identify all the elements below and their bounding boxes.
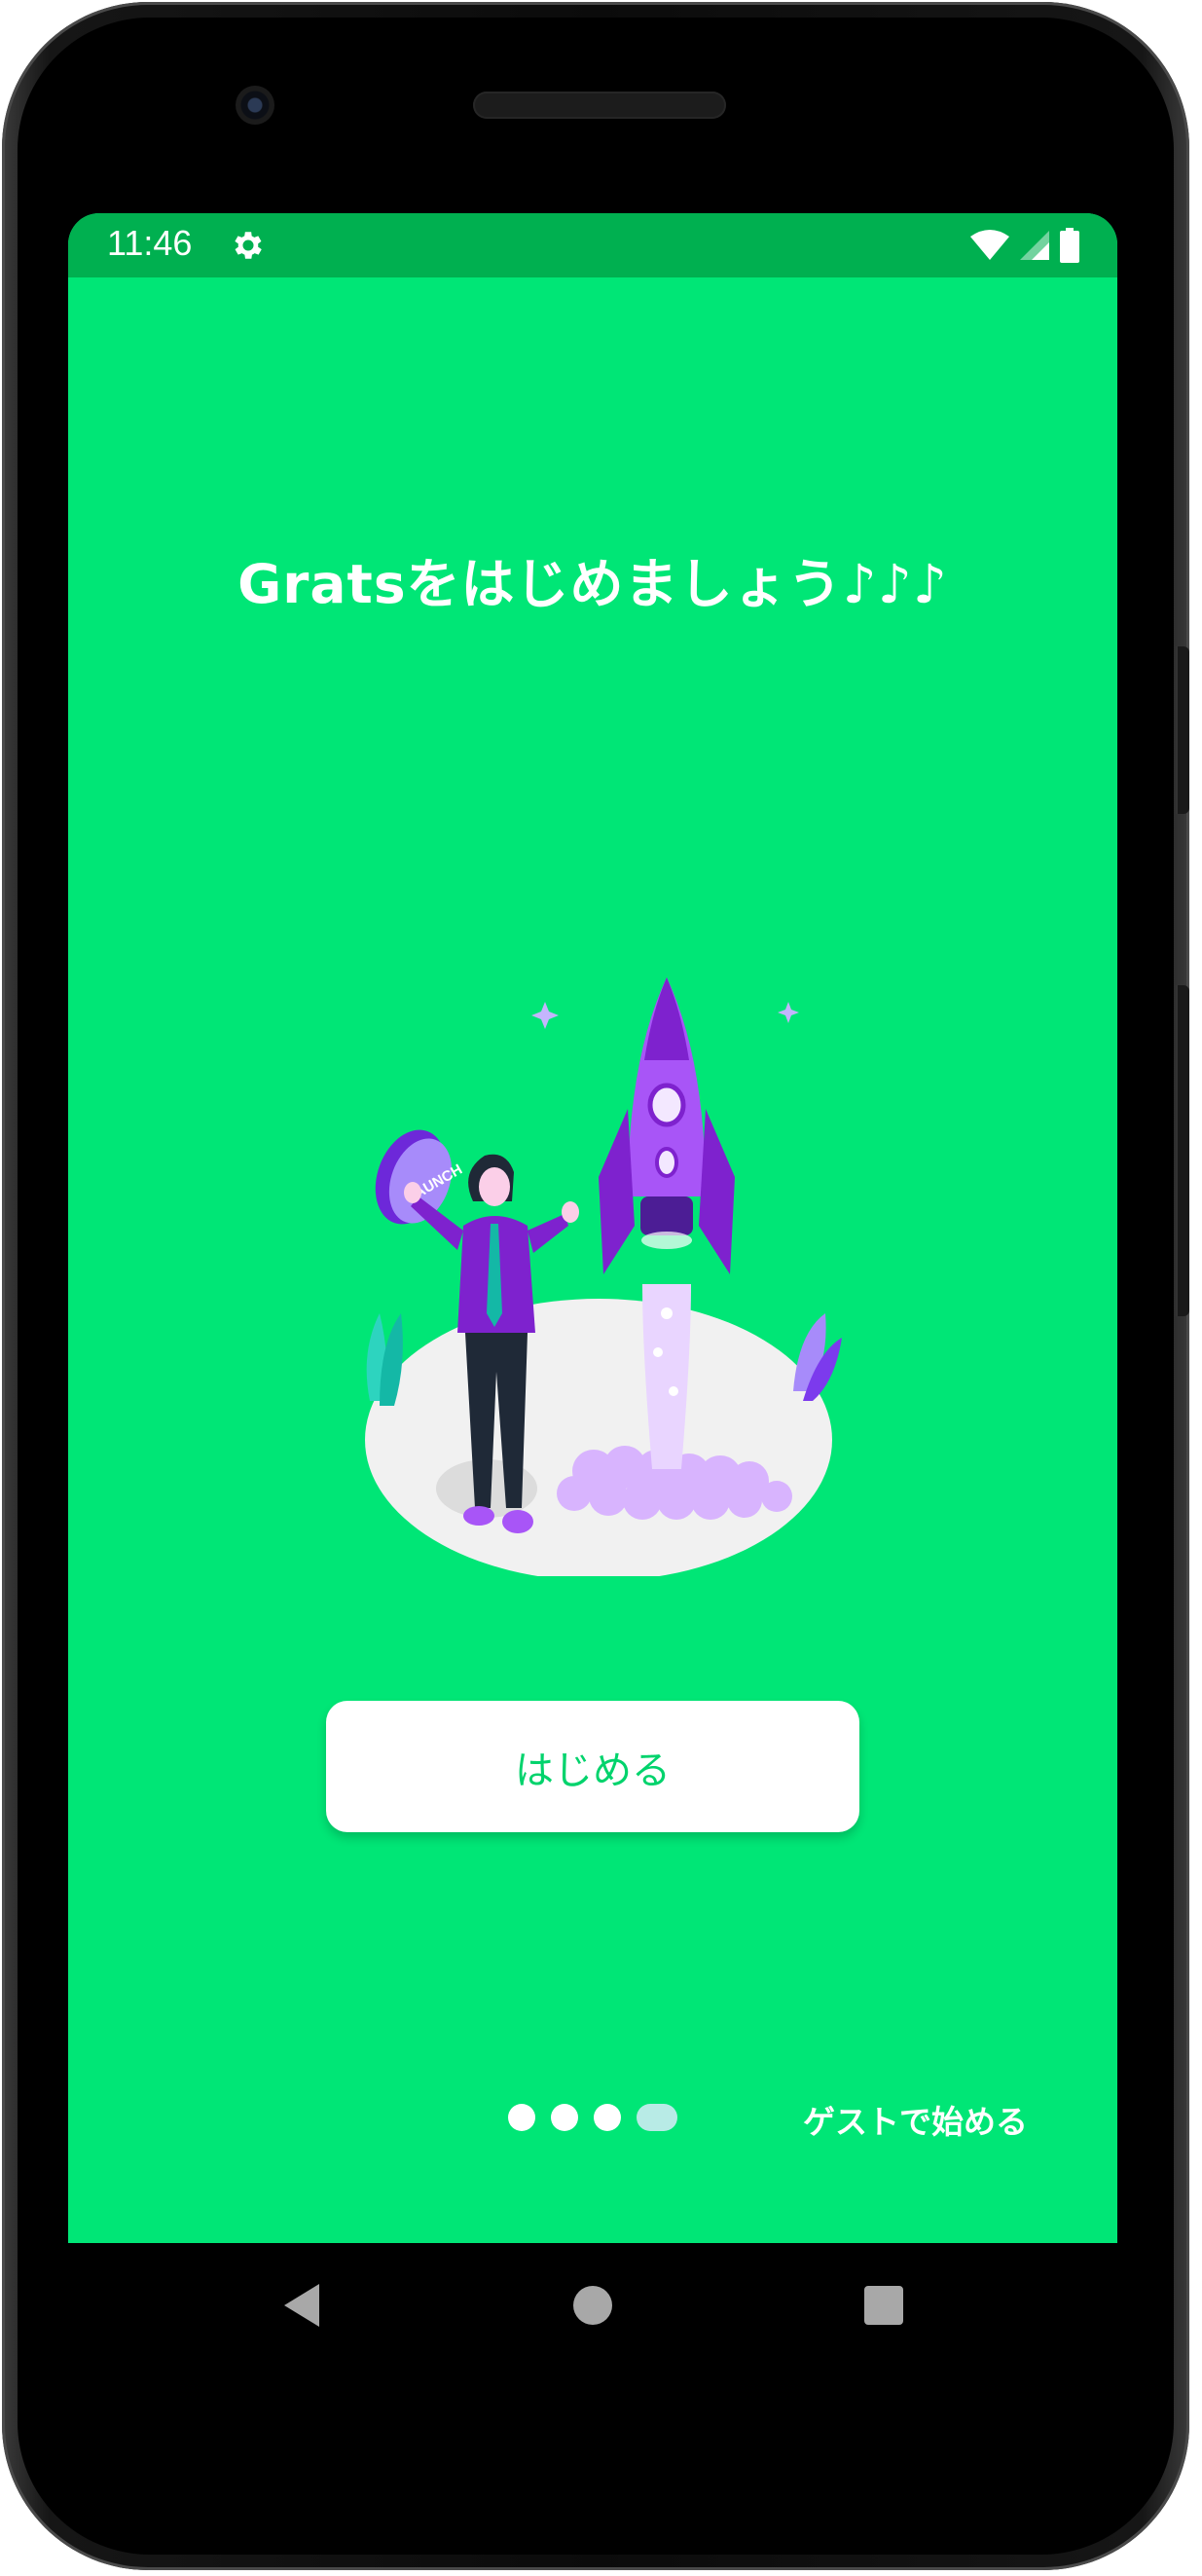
status-bar: 11:46 xyxy=(68,213,1117,277)
status-time: 11:46 xyxy=(107,223,193,263)
power-button[interactable] xyxy=(1176,985,1189,1316)
page-dot[interactable] xyxy=(508,2104,535,2131)
start-button[interactable]: はじめる xyxy=(326,1701,859,1832)
front-camera xyxy=(236,86,274,125)
recents-icon[interactable] xyxy=(864,2286,903,2325)
wifi-icon xyxy=(970,230,1009,260)
gear-icon xyxy=(235,232,262,259)
home-icon[interactable] xyxy=(573,2286,612,2325)
status-icons xyxy=(969,227,1080,264)
rocket-launch-illustration: LAUNCH xyxy=(365,977,842,1576)
device-stage: 11:46 Gratsをはじめましょう♪♪♪ LAUNCH はじめる ゲストで始… xyxy=(0,0,1202,2576)
page-dot[interactable] xyxy=(594,2104,621,2131)
volume-button[interactable] xyxy=(1176,646,1189,814)
system-nav-bar xyxy=(68,2243,1117,2379)
page-indicator xyxy=(508,2103,677,2132)
page-dot-active[interactable] xyxy=(637,2104,677,2131)
back-icon[interactable] xyxy=(280,2282,323,2329)
welcome-headline: Gratsをはじめましょう♪♪♪ xyxy=(237,553,948,615)
app-screen: 11:46 Gratsをはじめましょう♪♪♪ LAUNCH はじめる ゲストで始… xyxy=(68,213,1117,2243)
signal-icon xyxy=(1020,231,1049,260)
earpiece-speaker xyxy=(473,92,726,119)
page-dot[interactable] xyxy=(551,2104,578,2131)
guest-start-link[interactable]: ゲストで始める xyxy=(803,2096,1028,2143)
battery-icon xyxy=(1060,228,1079,263)
